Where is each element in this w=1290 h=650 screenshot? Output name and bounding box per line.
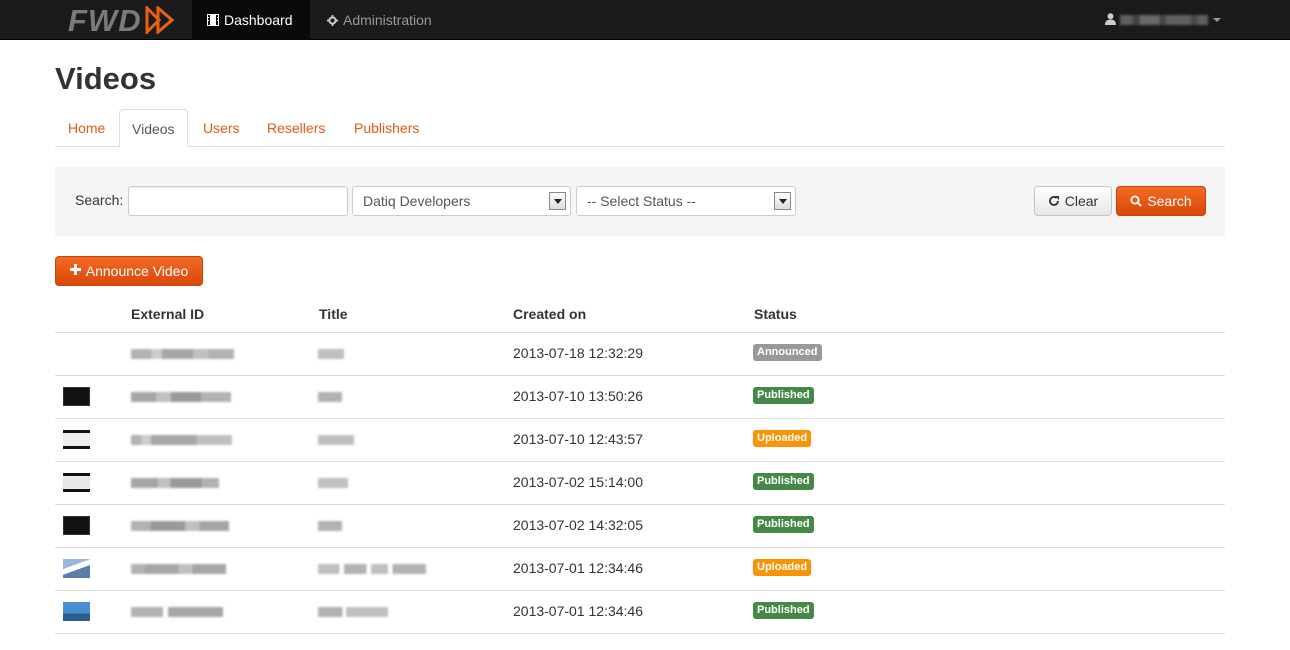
- table-row[interactable]: 2013-07-10 13:50:26 Published: [55, 376, 1225, 419]
- status-badge: Published: [753, 516, 814, 533]
- external-id-redacted: [131, 564, 226, 574]
- external-id-redacted: [131, 349, 234, 359]
- nav-administration[interactable]: Administration: [312, 0, 447, 40]
- search-panel: Search: Datiq Developers -- Select Statu…: [55, 167, 1225, 236]
- chevron-down-icon: [1213, 18, 1221, 22]
- status-select[interactable]: -- Select Status --: [576, 186, 796, 216]
- table-row[interactable]: 2013-07-01 12:34:46 Published: [55, 591, 1225, 634]
- table-row[interactable]: 2013-07-10 12:43:57 Uploaded: [55, 419, 1225, 462]
- clear-button[interactable]: Clear: [1034, 186, 1112, 216]
- created-on: 2013-07-10 13:50:26: [513, 388, 643, 404]
- videos-table: External ID Title Created on Status 2013…: [55, 296, 1225, 634]
- created-on: 2013-07-01 12:34:46: [513, 560, 643, 576]
- gear-icon: [327, 14, 338, 26]
- created-on: 2013-07-02 14:32:05: [513, 517, 643, 533]
- announce-video-button[interactable]: Announce Video: [55, 256, 203, 286]
- title-redacted: [318, 392, 342, 402]
- clear-button-label: Clear: [1064, 193, 1099, 209]
- video-thumbnail[interactable]: [63, 387, 90, 406]
- created-on: 2013-07-01 12:34:46: [513, 603, 643, 619]
- status-badge: Published: [753, 473, 814, 490]
- status-select-value: -- Select Status --: [587, 193, 696, 209]
- status-badge: Uploaded: [753, 430, 812, 447]
- external-id-redacted: [131, 435, 232, 445]
- publisher-select-value: Datiq Developers: [363, 193, 471, 209]
- search-button[interactable]: Search: [1116, 186, 1206, 216]
- video-thumbnail[interactable]: [63, 430, 90, 449]
- publisher-select[interactable]: Datiq Developers: [352, 186, 571, 216]
- header-created-on[interactable]: Created on: [513, 306, 586, 322]
- status-badge: Announced: [753, 344, 822, 361]
- title-redacted: [318, 521, 342, 531]
- header-title[interactable]: Title: [319, 306, 348, 322]
- table-header: External ID Title Created on Status: [55, 296, 1225, 333]
- title-redacted: [318, 607, 388, 617]
- video-thumbnail[interactable]: [63, 602, 90, 621]
- user-icon: [1105, 12, 1116, 28]
- header-status[interactable]: Status: [754, 306, 797, 322]
- page-title: Videos: [55, 61, 157, 96]
- table-row[interactable]: 2013-07-01 12:34:46 Uploaded: [55, 548, 1225, 591]
- search-input[interactable]: [128, 186, 348, 216]
- external-id-redacted: [131, 607, 223, 617]
- table-row[interactable]: 2013-07-18 12:32:29 Announced: [55, 333, 1225, 376]
- created-on: 2013-07-18 12:32:29: [513, 345, 643, 361]
- chevron-down-icon[interactable]: [549, 192, 566, 210]
- table-row[interactable]: 2013-07-02 14:32:05 Published: [55, 505, 1225, 548]
- nav-dashboard-label: Dashboard: [224, 12, 293, 28]
- top-navbar: FWD Dashboard Administration: [0, 0, 1290, 40]
- plus-icon: [69, 262, 81, 280]
- search-icon: [1130, 195, 1143, 207]
- refresh-icon: [1048, 195, 1060, 207]
- tab-videos[interactable]: Videos: [119, 109, 188, 147]
- created-on: 2013-07-10 12:43:57: [513, 431, 643, 447]
- play-arrow-logo-icon: [145, 6, 174, 34]
- tab-users[interactable]: Users: [191, 109, 252, 147]
- nav-dashboard[interactable]: Dashboard: [192, 0, 310, 40]
- film-icon: [207, 14, 219, 26]
- external-id-redacted: [131, 478, 219, 488]
- announce-video-label: Announce Video: [85, 263, 189, 279]
- status-badge: Uploaded: [753, 559, 812, 576]
- user-menu[interactable]: [1105, 0, 1221, 40]
- table-row[interactable]: 2013-07-02 15:14:00 Published: [55, 462, 1225, 505]
- video-thumbnail[interactable]: [63, 516, 90, 535]
- user-name-redacted: [1120, 15, 1208, 25]
- header-external-id[interactable]: External ID: [131, 306, 204, 322]
- title-redacted: [318, 478, 348, 488]
- status-badge: Published: [753, 387, 814, 404]
- tab-home[interactable]: Home: [56, 109, 117, 147]
- title-redacted: [318, 435, 354, 445]
- chevron-down-icon[interactable]: [774, 192, 791, 210]
- tab-resellers[interactable]: Resellers: [255, 109, 337, 147]
- created-on: 2013-07-02 15:14:00: [513, 474, 643, 490]
- video-thumbnail[interactable]: [63, 473, 90, 492]
- status-badge: Published: [753, 602, 814, 619]
- search-label: Search:: [75, 192, 124, 208]
- section-tabs: Home Videos Users Resellers Publishers: [55, 109, 1225, 147]
- external-id-redacted: [131, 521, 229, 531]
- brand-text: FWD: [68, 2, 142, 38]
- title-redacted: [318, 349, 344, 359]
- title-redacted: [318, 564, 426, 574]
- nav-administration-label: Administration: [343, 12, 432, 28]
- tab-publishers[interactable]: Publishers: [342, 109, 431, 147]
- search-button-label: Search: [1147, 193, 1192, 209]
- brand-logo[interactable]: FWD: [68, 3, 180, 37]
- external-id-redacted: [131, 392, 231, 402]
- video-thumbnail[interactable]: [63, 559, 90, 578]
